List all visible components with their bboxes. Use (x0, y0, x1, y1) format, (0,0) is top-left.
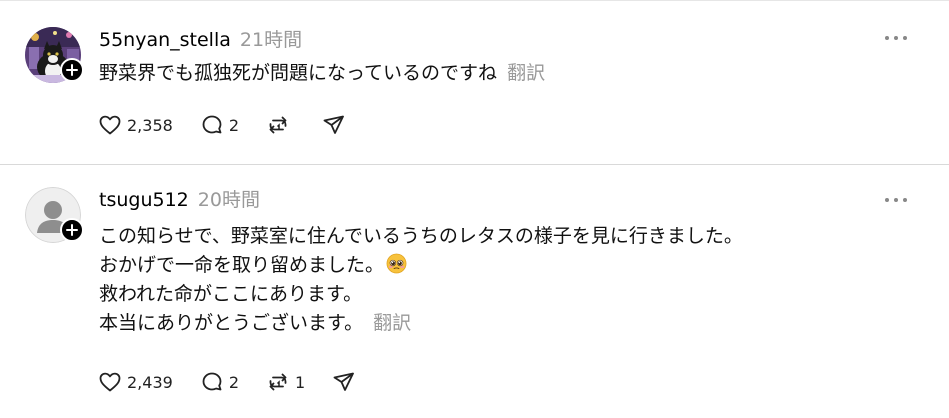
timestamp[interactable]: 20時間 (198, 185, 260, 212)
repost-count: 1 (295, 372, 306, 392)
more-icon (885, 36, 889, 40)
plus-icon (66, 224, 78, 236)
post-header: tsugu512 20時間 (99, 185, 260, 212)
action-bar: 2,439 2 1 (97, 369, 383, 395)
repost-icon (269, 373, 287, 391)
post-text: 野菜界でも孤独死が問題になっているのですね 翻訳 (99, 59, 545, 88)
text-line: この知らせで、野菜室に住んでいるうちのレタスの様子を見に行きました。 (99, 225, 743, 247)
send-icon (333, 372, 355, 391)
reply-button[interactable]: 2 (199, 112, 239, 138)
more-options-button[interactable] (885, 195, 907, 205)
like-count: 2,358 (127, 115, 173, 135)
plus-icon (66, 64, 78, 76)
action-bar: 2,358 2 (97, 112, 373, 138)
repost-icon (269, 116, 287, 134)
reply-post: tsugu512 20時間 この知らせで、野菜室に住んでいるうちのレタスの様子を… (0, 166, 949, 418)
text-line: 野菜界でも孤独死が問題になっているのですね 翻訳 (99, 62, 546, 84)
like-button[interactable]: 2,439 (97, 369, 173, 395)
repost-button[interactable] (265, 112, 295, 138)
translate-link[interactable]: 翻訳 (507, 62, 545, 84)
avatar-container[interactable] (25, 27, 84, 83)
like-button[interactable]: 2,358 (97, 112, 173, 138)
comment-icon (202, 115, 222, 134)
comment-icon (202, 372, 222, 391)
follow-button[interactable] (60, 58, 84, 82)
reply-count: 2 (228, 372, 239, 392)
more-icon (885, 198, 889, 202)
text-line: 本当にありがとうございます。 翻訳 (99, 312, 412, 334)
share-button[interactable] (331, 369, 357, 395)
heart-icon (99, 115, 121, 135)
repost-button[interactable]: 1 (265, 369, 305, 395)
heart-icon (99, 372, 121, 392)
follow-button[interactable] (60, 218, 84, 242)
username[interactable]: 55nyan_stella (99, 29, 231, 51)
avatar-container[interactable] (25, 187, 84, 243)
like-count: 2,439 (127, 372, 173, 392)
post-text: この知らせで、野菜室に住んでいるうちのレタスの様子を見に行きました。 おかげで一… (99, 222, 743, 338)
pleading-face-emoji (386, 253, 407, 274)
reply-count: 2 (228, 115, 239, 135)
send-icon (323, 115, 344, 134)
translate-link[interactable]: 翻訳 (373, 312, 411, 334)
post-divider (0, 164, 949, 165)
text-line: おかげで一命を取り留めました。 (99, 251, 743, 280)
reply-button[interactable]: 2 (199, 369, 239, 395)
share-button[interactable] (321, 112, 347, 138)
username[interactable]: tsugu512 (99, 189, 189, 211)
timestamp[interactable]: 21時間 (240, 25, 302, 52)
more-options-button[interactable] (885, 33, 907, 43)
post-header: 55nyan_stella 21時間 (99, 25, 302, 52)
reply-post: 55nyan_stella 21時間 野菜界でも孤独死が問題になっているのですね… (0, 0, 949, 165)
text-line: 救われた命がここにあります。 (99, 283, 363, 305)
